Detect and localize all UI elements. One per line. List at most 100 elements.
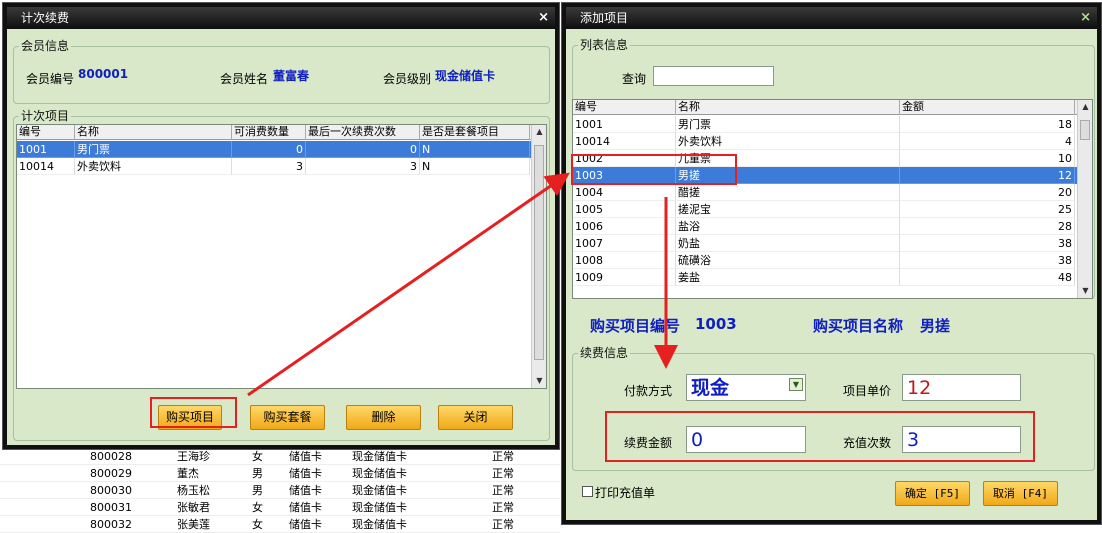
member-cell: 800029 (90, 467, 132, 480)
member-row: 800029 董杰 男 储值卡 现金储值卡 正常 (0, 465, 560, 482)
list-item[interactable]: 10014 外卖饮料 4 (573, 133, 1077, 150)
purchase-id-label: 购买项目编号 (590, 317, 681, 335)
member-cell: 800030 (90, 484, 132, 497)
list-item[interactable]: 1001 男门票 18 (573, 116, 1077, 133)
close-icon[interactable]: × (538, 7, 549, 29)
member-cell: 现金储值卡 (352, 518, 407, 531)
member-cell: 现金储值卡 (352, 501, 407, 514)
list-cell: 20 (900, 184, 1075, 201)
scroll-up-icon[interactable]: ▲ (1078, 100, 1092, 114)
scroll-thumb[interactable] (534, 145, 544, 360)
list-cell: 10 (900, 150, 1075, 167)
member-id-value: 800001 (78, 67, 129, 81)
list-item[interactable]: 1004 醋搓 20 (573, 184, 1077, 201)
count-items-group: 计次项目 编号 名称 可消费数量 最后一次续费次数 是否是套餐项目 1001 男门… (13, 109, 550, 441)
member-cell: 杨玉松 (177, 484, 210, 497)
renewal-window-titlebar[interactable]: 计次续费 × (7, 7, 555, 29)
member-row: 800030 杨玉松 男 储值卡 现金储值卡 正常 (0, 482, 560, 499)
column-header[interactable]: 是否是套餐项目 (420, 125, 530, 140)
group-legend: 续费信息 (578, 346, 631, 360)
list-cell: 28 (900, 218, 1075, 235)
pay-method-select[interactable]: 现金 ▼ (686, 374, 806, 401)
table-row[interactable]: 1001 男门票 0 0 N (17, 141, 531, 158)
print-receipt-checkbox[interactable] (582, 486, 593, 497)
member-cell: 现金储值卡 (352, 450, 407, 463)
window-title: 计次续费 (21, 11, 70, 25)
list-item[interactable]: 1006 盐浴 28 (573, 218, 1077, 235)
member-cell: 王海珍 (177, 450, 210, 463)
delete-button[interactable]: 删除 (346, 405, 421, 430)
table-cell: 0 (232, 141, 306, 158)
list-item[interactable]: 1009 姜盐 48 (573, 269, 1077, 286)
member-info-group: 会员信息 会员编号 800001 会员姓名 董富春 会员级别 现金储值卡 (13, 39, 550, 104)
list-cell: 1005 (573, 201, 676, 218)
scroll-thumb[interactable] (1080, 120, 1090, 140)
list-cell: 12 (900, 167, 1075, 184)
list-cell: 硫磺浴 (676, 252, 900, 269)
member-cell: 储值卡 (289, 518, 322, 531)
scroll-down-icon[interactable]: ▼ (1078, 284, 1092, 298)
unit-price-input[interactable]: 12 (902, 374, 1021, 401)
table-cell: 0 (306, 141, 420, 158)
group-legend: 列表信息 (578, 38, 631, 52)
vertical-scrollbar[interactable]: ▲ ▼ (531, 125, 546, 388)
close-button[interactable]: 关闭 (438, 405, 513, 430)
column-header[interactable]: 金额 (900, 100, 1075, 115)
buy-package-button[interactable]: 购买套餐 (250, 405, 325, 430)
column-header[interactable]: 最后一次续费次数 (306, 125, 420, 140)
renewal-window: 计次续费 × 会员信息 会员编号 800001 会员姓名 董富春 会员级别 现金… (2, 2, 560, 450)
list-cell: 1008 (573, 252, 676, 269)
member-row: 800028 王海珍 女 储值卡 现金储值卡 正常 (0, 448, 560, 465)
group-legend: 会员信息 (19, 39, 72, 53)
column-header[interactable]: 名称 (75, 125, 232, 140)
item-list-grid[interactable]: 编号 名称 金额 1001 男门票 18 10014 外卖饮料 4 1002 儿童票 10 100… (572, 99, 1093, 299)
list-cell: 1004 (573, 184, 676, 201)
chevron-down-icon[interactable]: ▼ (789, 378, 803, 391)
member-cell: 男 (252, 484, 263, 497)
list-cell: 18 (900, 116, 1075, 133)
table-cell: 男门票 (75, 141, 232, 158)
member-cell: 800032 (90, 518, 132, 531)
list-item[interactable]: 1007 奶盐 38 (573, 235, 1077, 252)
list-cell: 姜盐 (676, 269, 900, 286)
confirm-button[interactable]: 确定 [F5] (895, 481, 970, 506)
column-header[interactable]: 编号 (17, 125, 75, 140)
cancel-button[interactable]: 取消 [F4] (983, 481, 1058, 506)
table-cell: 外卖饮料 (75, 158, 232, 175)
member-name-label: 会员姓名 (220, 72, 269, 86)
member-cell: 正常 (492, 518, 514, 531)
list-cell: 奶盐 (676, 235, 900, 252)
list-cell: 25 (900, 201, 1075, 218)
query-input[interactable] (653, 66, 774, 86)
member-cell: 董杰 (177, 467, 199, 480)
member-cell: 男 (252, 467, 263, 480)
member-cell: 女 (252, 450, 263, 463)
list-item[interactable]: 1005 搓泥宝 25 (573, 201, 1077, 218)
table-cell: N (420, 141, 530, 158)
add-item-window-titlebar[interactable]: 添加项目 × (566, 7, 1097, 29)
column-header[interactable]: 名称 (676, 100, 900, 115)
list-cell: 38 (900, 235, 1075, 252)
column-header[interactable]: 可消费数量 (232, 125, 306, 140)
table-row[interactable]: 10014 外卖饮料 3 3 N (17, 158, 531, 175)
member-cell: 女 (252, 501, 263, 514)
member-cell: 正常 (492, 450, 514, 463)
query-label: 查询 (622, 72, 647, 86)
member-cell: 女 (252, 518, 263, 531)
member-cell: 现金储值卡 (352, 467, 407, 480)
list-cell: 搓泥宝 (676, 201, 900, 218)
member-row: 800031 张敏君 女 储值卡 现金储值卡 正常 (0, 499, 560, 516)
list-item[interactable]: 1008 硫磺浴 38 (573, 252, 1077, 269)
close-icon[interactable]: × (1080, 7, 1091, 29)
background-member-table: 800028 王海珍女储值卡 现金储值卡 正常 800029 董杰男储值卡 现金储值卡 正常 8… (0, 440, 560, 533)
scroll-up-icon[interactable]: ▲ (532, 125, 546, 139)
count-items-grid[interactable]: 编号 名称 可消费数量 最后一次续费次数 是否是套餐项目 1001 男门票 0 0 N 1… (16, 124, 547, 389)
scroll-down-icon[interactable]: ▼ (532, 374, 546, 388)
member-cell: 储值卡 (289, 450, 322, 463)
column-header[interactable]: 编号 (573, 100, 676, 115)
print-receipt-label: 打印充值单 (595, 486, 656, 500)
vertical-scrollbar[interactable]: ▲ ▼ (1077, 100, 1092, 298)
annotation-box-renew-fields (605, 411, 1035, 462)
list-cell: 盐浴 (676, 218, 900, 235)
annotation-box-selected-item (571, 154, 737, 185)
